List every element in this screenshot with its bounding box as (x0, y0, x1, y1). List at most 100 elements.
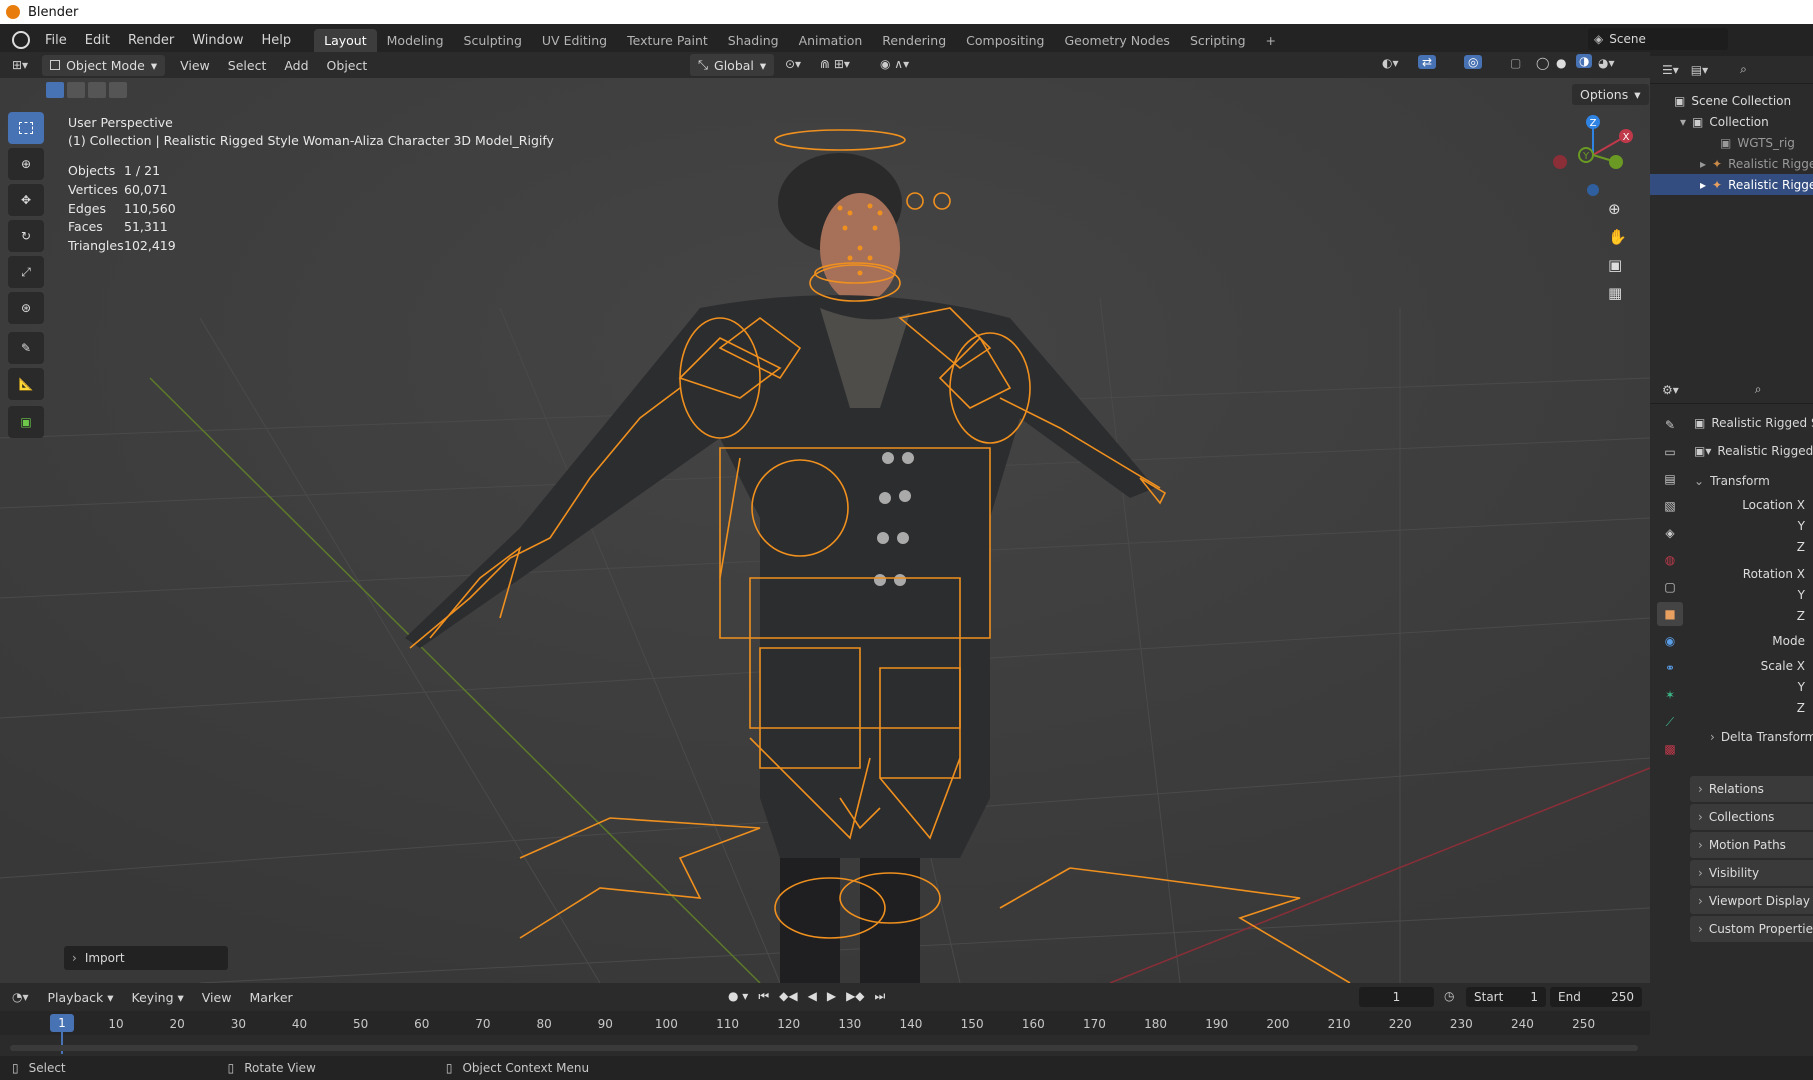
shading-solid-icon[interactable]: ● (1556, 56, 1566, 70)
select-extend-icon[interactable] (67, 82, 85, 98)
3d-viewport[interactable]: Options ▾ User Perspective (1) Collection… (0, 78, 1650, 983)
collections-panel[interactable]: › Collections (1690, 804, 1813, 830)
outliner-editor-icon[interactable]: ☰▾ (1662, 63, 1679, 77)
snap-icon[interactable]: ⋒ ⊞▾ (820, 57, 850, 71)
object-datablock-row[interactable]: ▣▾ Realistic Rigged (1688, 436, 1813, 466)
outliner-row[interactable]: ▾ ▣ Collection (1650, 111, 1813, 132)
tab-modeling[interactable]: Modeling (377, 29, 454, 52)
current-frame-field[interactable]: 1 (1359, 987, 1434, 1007)
scale-y-field[interactable]: Y (1688, 676, 1813, 697)
outliner-row[interactable]: ▸ ✦ Realistic Rigge (1650, 174, 1813, 195)
vp-menu-add[interactable]: Add (275, 58, 317, 73)
modifier-tab-icon[interactable]: ◉ (1657, 629, 1683, 653)
editor-type-icon[interactable]: ⊞▾ (12, 58, 28, 72)
outliner-row[interactable]: ▣ Scene Collection (1650, 90, 1813, 111)
location-x-field[interactable]: Location X (1688, 494, 1813, 515)
timeline-scrollbar[interactable] (10, 1045, 1638, 1051)
constraint-tab-icon[interactable]: ⚭ (1657, 656, 1683, 680)
play-icon[interactable]: ▶ (827, 989, 836, 1004)
timeline-menu-keying[interactable]: Keying ▾ (123, 990, 193, 1005)
select-tool-icon[interactable] (8, 112, 44, 144)
vp-menu-view[interactable]: View (171, 58, 219, 73)
tab-texture-paint[interactable]: Texture Paint (617, 29, 718, 52)
transform-panel-header[interactable]: ⌄ Transform (1688, 468, 1813, 494)
shading-rendered-icon[interactable]: ◕▾ (1598, 56, 1615, 70)
annotate-tool-icon[interactable]: ✎ (8, 332, 44, 364)
delta-transform-panel[interactable]: › Delta Transform (1688, 724, 1813, 750)
scene-tab-icon[interactable]: ◈ (1657, 521, 1683, 545)
clock-icon[interactable]: ◷ (1444, 989, 1454, 1003)
tab-scripting[interactable]: Scripting (1180, 29, 1256, 52)
select-box-icon[interactable] (46, 82, 64, 98)
rotate-tool-icon[interactable]: ↻ (8, 220, 44, 252)
shading-material-icon[interactable]: ◑ (1576, 54, 1593, 68)
search-icon[interactable]: ⌕ (1740, 62, 1747, 77)
start-frame-field[interactable]: Start 1 (1466, 987, 1546, 1007)
tab-shading[interactable]: Shading (718, 29, 789, 52)
texture-tab-icon[interactable]: ▩ (1657, 737, 1683, 761)
prev-keyframe-icon[interactable]: ◆◀ (779, 989, 797, 1004)
pivot-icon[interactable]: ⊙▾ (785, 57, 801, 71)
import-operator-panel[interactable]: › Import (64, 946, 228, 970)
view-layer-tab-icon[interactable]: ▧ (1657, 494, 1683, 518)
world-tab-icon[interactable]: ◍ (1657, 548, 1683, 572)
tab-layout[interactable]: Layout (314, 28, 377, 52)
outliner-row[interactable]: ▸ ✦ Realistic Rigge (1650, 153, 1813, 174)
jump-start-icon[interactable]: ⏮ (758, 989, 769, 1004)
vp-menu-select[interactable]: Select (219, 58, 276, 73)
object-tab-icon[interactable]: ■ (1657, 602, 1683, 626)
grid-view-icon[interactable]: ▦ (1608, 284, 1627, 302)
location-y-field[interactable]: Y (1688, 515, 1813, 536)
scale-x-field[interactable]: Scale X (1688, 655, 1813, 676)
collection-tab-icon[interactable]: ▢ (1657, 575, 1683, 599)
next-keyframe-icon[interactable]: ▶◆ (846, 989, 864, 1004)
custom-properties-panel[interactable]: › Custom Properties (1690, 916, 1813, 942)
properties-editor-icon[interactable]: ⚙▾ (1662, 383, 1679, 397)
tab-animation[interactable]: Animation (789, 29, 873, 52)
menu-help[interactable]: Help (253, 33, 301, 48)
tab-compositing[interactable]: Compositing (956, 29, 1054, 52)
mode-selector[interactable]: Object Mode ▾ (42, 54, 166, 76)
visibility-icon[interactable]: ◐▾ (1382, 56, 1399, 70)
vp-menu-object[interactable]: Object (318, 58, 377, 73)
tab-sculpting[interactable]: Sculpting (454, 29, 532, 52)
timeline-menu-view[interactable]: View (193, 990, 241, 1005)
cursor-tool-icon[interactable]: ⊕ (8, 148, 44, 180)
rotation-mode-field[interactable]: Mode (1688, 630, 1813, 651)
frame-ruler[interactable]: 10 20 30 40 50 60 70 80 90 100 110 120 130 140 150 160 1… (0, 1011, 1650, 1054)
data-tab-icon[interactable]: ✶ (1657, 683, 1683, 707)
tab-rendering[interactable]: Rendering (872, 29, 956, 52)
playhead[interactable]: 1 (50, 1014, 74, 1032)
move-tool-icon[interactable]: ✥ (8, 184, 44, 216)
timeline-menu-marker[interactable]: Marker (240, 990, 301, 1005)
menu-file[interactable]: File (36, 33, 76, 48)
outliner-row[interactable]: ▣ WGTS_rig (1650, 132, 1813, 153)
end-frame-field[interactable]: End 250 (1550, 987, 1642, 1007)
scale-z-field[interactable]: Z (1688, 697, 1813, 718)
select-intersect-icon[interactable] (109, 82, 127, 98)
scene-selector[interactable]: ◈ Scene (1588, 28, 1728, 50)
gizmo-toggle-icon[interactable]: ⇄ (1418, 55, 1437, 69)
proportional-edit-icon[interactable]: ◉ ∧▾ (880, 57, 909, 71)
menu-render[interactable]: Render (119, 33, 183, 48)
pan-hand-icon[interactable]: ✋ (1608, 228, 1627, 246)
transform-tool-icon[interactable]: ⊛ (8, 292, 44, 324)
xray-icon[interactable]: ▢ (1510, 56, 1521, 70)
scale-tool-icon[interactable]: ⤢ (8, 256, 44, 288)
display-mode-icon[interactable]: ▤▾ (1691, 63, 1708, 77)
menu-window[interactable]: Window (183, 33, 252, 48)
zoom-icon[interactable]: ⊕ (1608, 200, 1627, 218)
camera-icon[interactable]: ▣ (1608, 256, 1627, 274)
tab-uv-editing[interactable]: UV Editing (532, 29, 617, 52)
overlay-toggle-icon[interactable]: ◎ (1464, 55, 1483, 69)
shading-wireframe-icon[interactable]: ◯ (1536, 56, 1549, 70)
options-button[interactable]: Options ▾ (1572, 84, 1649, 105)
menu-edit[interactable]: Edit (76, 33, 119, 48)
render-tab-icon[interactable]: ▭ (1657, 440, 1683, 464)
jump-end-icon[interactable]: ⏭ (875, 989, 886, 1004)
bone-tab-icon[interactable]: ⟋ (1657, 710, 1683, 734)
tab-geometry-nodes[interactable]: Geometry Nodes (1055, 29, 1180, 52)
tool-tab-icon[interactable]: ✎ (1657, 413, 1683, 437)
motion-paths-panel[interactable]: › Motion Paths (1690, 832, 1813, 858)
record-icon[interactable]: ● ▾ (728, 989, 748, 1004)
